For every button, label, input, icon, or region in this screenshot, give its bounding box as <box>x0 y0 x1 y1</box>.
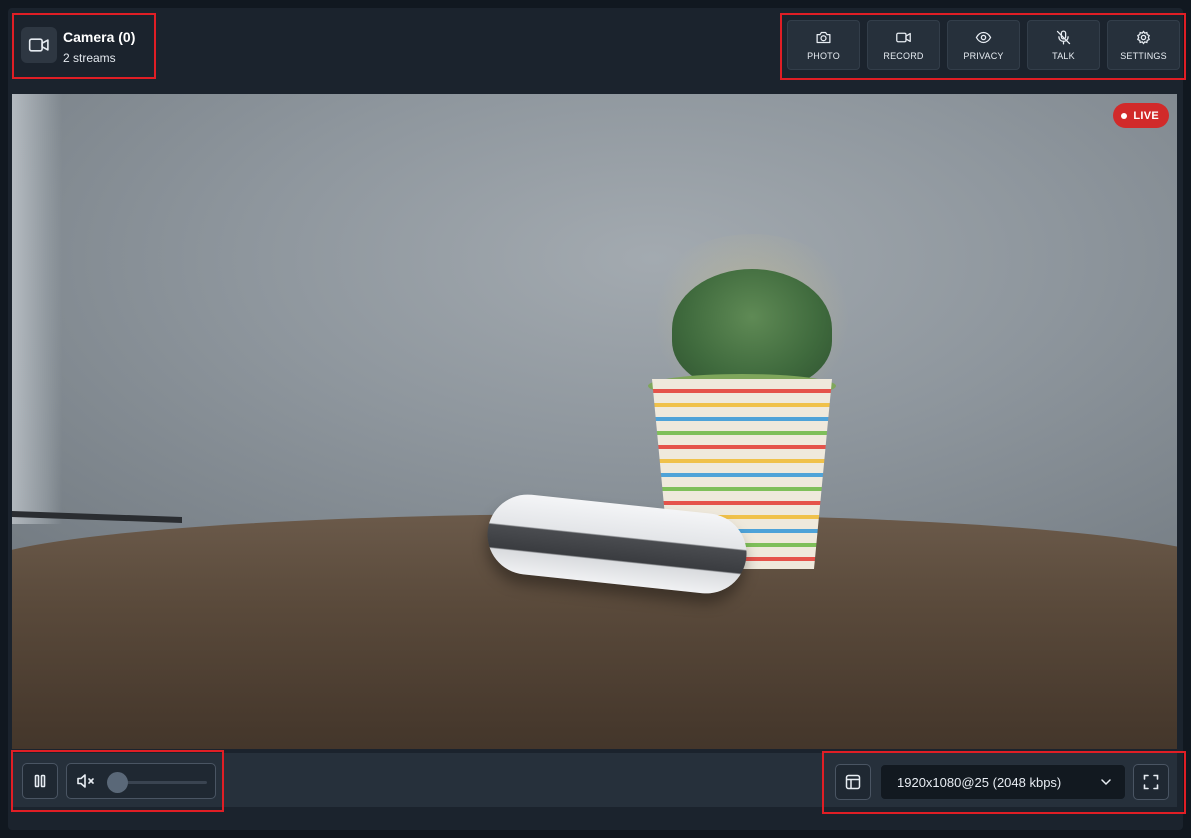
live-badge: LIVE <box>1113 103 1169 128</box>
record-button[interactable]: RECORD <box>867 20 940 70</box>
camera-avatar <box>21 27 57 63</box>
video-scene-window <box>12 94 62 524</box>
camera-info: Camera (0) 2 streams <box>12 13 156 79</box>
settings-label: SETTINGS <box>1120 51 1167 61</box>
stream-quality-select[interactable]: 1920x1080@25 (2048 kbps) <box>880 764 1126 800</box>
pause-button[interactable] <box>22 763 58 799</box>
volume-control <box>66 763 216 799</box>
fullscreen-button[interactable] <box>1133 764 1169 800</box>
live-label: LIVE <box>1133 109 1159 122</box>
gear-icon <box>1137 30 1150 45</box>
layout-button[interactable] <box>835 764 871 800</box>
playback-controls <box>11 750 224 812</box>
video-camera-icon <box>28 38 49 52</box>
layout-icon <box>845 774 861 790</box>
privacy-button[interactable]: PRIVACY <box>947 20 1020 70</box>
video-icon <box>896 32 911 43</box>
camera-title: Camera (0) <box>63 29 136 45</box>
camera-icon <box>816 31 831 44</box>
record-label: RECORD <box>883 51 924 61</box>
app-frame: Camera (0) 2 streams PHOTO RECORD PRIVAC… <box>0 0 1191 838</box>
live-dot-icon <box>1121 112 1128 119</box>
stream-quality-value: 1920x1080@25 (2048 kbps) <box>897 775 1062 790</box>
camera-stream-count: 2 streams <box>63 51 116 65</box>
video-scene-cactus <box>672 269 832 389</box>
talk-label: TALK <box>1052 51 1075 61</box>
volume-slider-track[interactable] <box>117 781 207 784</box>
video-scene-wall <box>12 94 1177 564</box>
eye-icon <box>975 31 992 44</box>
photo-button[interactable]: PHOTO <box>787 20 860 70</box>
fullscreen-icon <box>1143 774 1159 790</box>
pause-icon <box>34 774 46 788</box>
privacy-label: PRIVACY <box>963 51 1004 61</box>
stream-controls: 1920x1080@25 (2048 kbps) <box>822 751 1186 814</box>
volume-muted-icon[interactable] <box>76 773 96 789</box>
volume-slider-thumb[interactable] <box>107 772 128 793</box>
photo-label: PHOTO <box>807 51 840 61</box>
chevron-down-icon <box>1101 779 1111 786</box>
camera-actions: PHOTO RECORD PRIVACY TALK SETTINGS <box>780 13 1186 80</box>
live-video-feed[interactable]: LIVE <box>12 94 1177 749</box>
settings-button[interactable]: SETTINGS <box>1107 20 1180 70</box>
talk-button[interactable]: TALK <box>1027 20 1100 70</box>
mic-off-icon <box>1056 30 1071 45</box>
